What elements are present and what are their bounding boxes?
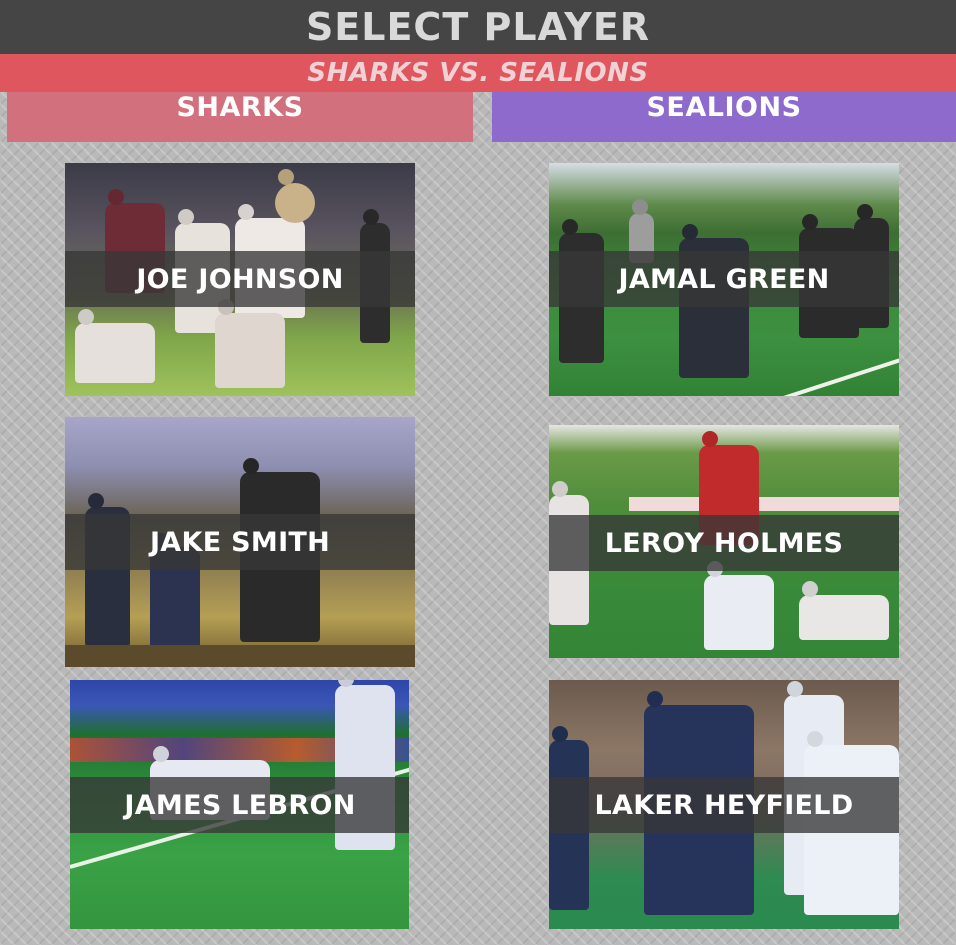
page-title: SELECT PLAYER <box>305 5 651 49</box>
player-name: JAMAL GREEN <box>618 263 830 295</box>
team-header-sealions: SEALIONS <box>492 92 956 142</box>
team-name-sealions: SEALIONS <box>646 92 802 123</box>
player-figure <box>275 183 315 223</box>
player-figure <box>75 323 155 383</box>
player-name-banner: JAMES LEBRON <box>70 777 409 833</box>
player-name-banner: JAMAL GREEN <box>549 251 899 307</box>
yard-line <box>743 347 899 396</box>
player-name: LEROY HOLMES <box>604 527 844 559</box>
player-figure <box>799 595 889 640</box>
player-card-leroy-holmes[interactable]: LEROY HOLMES <box>549 425 899 658</box>
team-header-sharks: SHARKS <box>7 92 473 142</box>
player-card-joe-johnson[interactable]: JOE JOHNSON <box>65 163 415 396</box>
player-card-laker-heyfield[interactable]: LAKER HEYFIELD <box>549 680 899 929</box>
matchup-bar: SHARKS VS. SEALIONS <box>0 54 956 92</box>
player-figure <box>704 575 774 650</box>
player-name-banner: LAKER HEYFIELD <box>549 777 899 833</box>
title-bar: SELECT PLAYER <box>0 0 956 54</box>
player-name: JOE JOHNSON <box>136 263 344 295</box>
player-card-jamal-green[interactable]: JAMAL GREEN <box>549 163 899 396</box>
player-card-james-lebron[interactable]: JAMES LEBRON <box>70 680 409 929</box>
team-name-sharks: SHARKS <box>176 92 304 123</box>
field-surface <box>65 645 415 667</box>
player-card-jake-smith[interactable]: JAKE SMITH <box>65 417 415 667</box>
player-name: JAMES LEBRON <box>124 789 356 821</box>
matchup-label: SHARKS VS. SEALIONS <box>307 58 649 88</box>
player-name-banner: LEROY HOLMES <box>549 515 899 571</box>
player-name-banner: JOE JOHNSON <box>65 251 415 307</box>
player-name: JAKE SMITH <box>149 526 331 558</box>
player-name: LAKER HEYFIELD <box>594 789 854 821</box>
player-name-banner: JAKE SMITH <box>65 514 415 570</box>
sideline-banner <box>629 497 899 511</box>
player-figure <box>215 313 285 388</box>
